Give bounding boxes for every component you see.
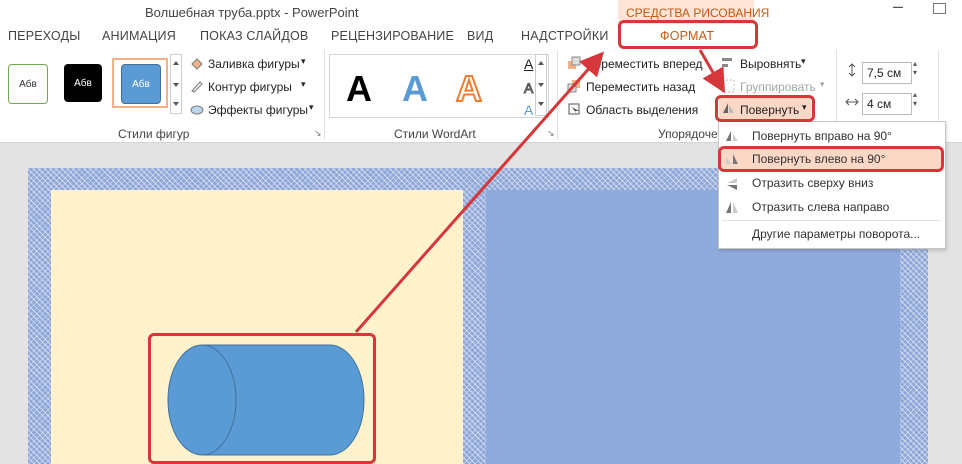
annotation-arrows	[354, 49, 726, 333]
